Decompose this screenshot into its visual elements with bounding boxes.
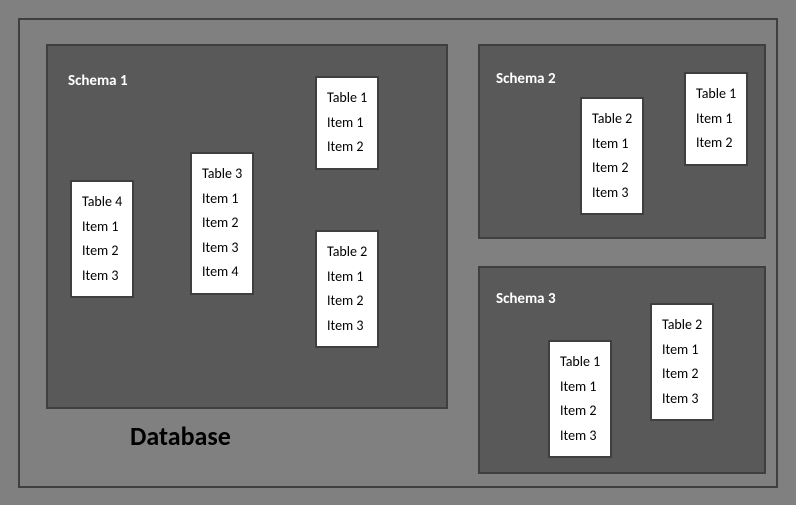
table-item: Item 3 xyxy=(327,314,367,339)
schema-2-label: Schema 2 xyxy=(496,70,556,88)
table-item: Item 1 xyxy=(327,265,367,290)
schema2-table2: Table 2 Item 1 Item 2 Item 3 xyxy=(580,97,644,215)
table-item: Item 3 xyxy=(662,387,702,412)
table-name: Table 1 xyxy=(560,350,600,375)
table-item: Item 2 xyxy=(592,156,632,181)
table-name: Table 2 xyxy=(662,313,702,338)
table-item: Item 2 xyxy=(696,131,736,156)
schema1-table1: Table 1 Item 1 Item 2 xyxy=(315,76,379,170)
schema1-table4: Table 4 Item 1 Item 2 Item 3 xyxy=(70,180,134,298)
table-item: Item 1 xyxy=(82,215,122,240)
schema2-table1: Table 1 Item 1 Item 2 xyxy=(684,72,748,166)
table-item: Item 2 xyxy=(560,399,600,424)
database-label: Database xyxy=(130,420,231,452)
table-item: Item 2 xyxy=(327,135,367,160)
table-name: Table 1 xyxy=(696,82,736,107)
table-item: Item 1 xyxy=(662,338,702,363)
table-item: Item 3 xyxy=(202,236,242,261)
schema3-table2: Table 2 Item 1 Item 2 Item 3 xyxy=(650,303,714,421)
table-name: Table 2 xyxy=(327,240,367,265)
table-item: Item 4 xyxy=(202,260,242,285)
table-item: Item 1 xyxy=(560,375,600,400)
table-name: Table 3 xyxy=(202,162,242,187)
schema1-table3: Table 3 Item 1 Item 2 Item 3 Item 4 xyxy=(190,152,254,295)
schema-3-label: Schema 3 xyxy=(496,290,556,308)
table-item: Item 2 xyxy=(662,362,702,387)
table-item: Item 2 xyxy=(327,289,367,314)
table-item: Item 1 xyxy=(327,111,367,136)
table-name: Table 1 xyxy=(327,86,367,111)
table-name: Table 2 xyxy=(592,107,632,132)
table-item: Item 2 xyxy=(202,211,242,236)
schema3-table1: Table 1 Item 1 Item 2 Item 3 xyxy=(548,340,612,458)
table-item: Item 1 xyxy=(202,187,242,212)
table-item: Item 3 xyxy=(592,181,632,206)
table-item: Item 3 xyxy=(560,424,600,449)
table-item: Item 2 xyxy=(82,239,122,264)
table-item: Item 1 xyxy=(696,107,736,132)
schema-1-label: Schema 1 xyxy=(68,72,128,90)
schema1-table2: Table 2 Item 1 Item 2 Item 3 xyxy=(315,230,379,348)
table-name: Table 4 xyxy=(82,190,122,215)
table-item: Item 3 xyxy=(82,264,122,289)
table-item: Item 1 xyxy=(592,132,632,157)
